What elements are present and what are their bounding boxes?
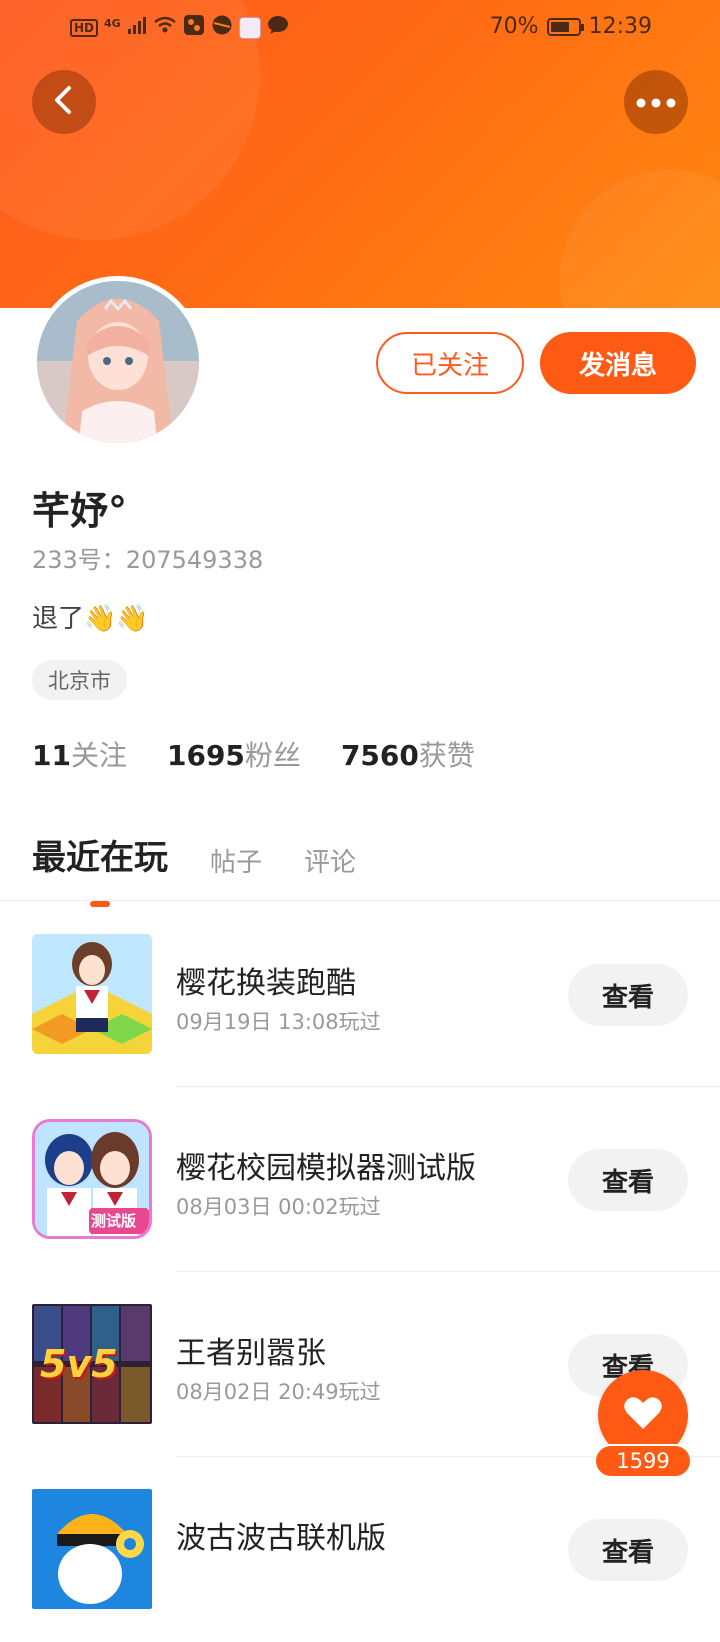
- signal-icon: [127, 15, 147, 41]
- stat-number: 11: [32, 739, 71, 772]
- chevron-left-icon: [51, 85, 77, 119]
- battery-icon: [546, 17, 584, 36]
- game-name: 樱花校园模拟器测试版: [176, 1151, 476, 1186]
- browser-notification-icon: [211, 14, 233, 42]
- tab-recently-played[interactable]: 最近在玩: [32, 830, 168, 907]
- stat-label: 获赞: [418, 739, 475, 772]
- stat-following[interactable]: 11关注: [32, 734, 127, 774]
- like-count-badge: 1599: [594, 1444, 692, 1478]
- app-notification-icon: [183, 14, 205, 42]
- tab-comments[interactable]: 评论: [304, 842, 356, 879]
- status-icons-left: HD 4G: [70, 14, 289, 42]
- more-horizontal-icon: [636, 93, 676, 112]
- username: 芊妤°: [32, 489, 128, 533]
- game-played-time: 08月02日 20:49玩过: [176, 1380, 381, 1404]
- clock: 12:39: [588, 14, 652, 39]
- game-name: 樱花换装跑酷: [176, 966, 356, 1001]
- profile-stats: 11关注 1695粉丝 7560获赞: [32, 734, 475, 774]
- stat-label: 关注: [70, 739, 127, 772]
- stat-number: 7560: [340, 739, 419, 772]
- heart-icon: [623, 1395, 663, 1435]
- game-icon: [32, 1489, 152, 1609]
- stat-likes[interactable]: 7560获赞: [341, 734, 475, 774]
- tab-posts[interactable]: 帖子: [210, 842, 262, 879]
- list-item[interactable]: 樱花换装跑酷 09月19日 13:08玩过 查看: [0, 902, 720, 1087]
- game-icon: [32, 934, 152, 1054]
- profile-tabs: 最近在玩 帖子 评论: [32, 830, 356, 907]
- game-name: 波古波古联机版: [176, 1521, 386, 1556]
- location-tag: 北京市: [32, 660, 127, 700]
- user-bio: 退了👋👋: [32, 604, 149, 634]
- divider: [0, 900, 720, 901]
- view-game-button[interactable]: 查看: [568, 1149, 688, 1211]
- back-button[interactable]: [32, 70, 96, 134]
- view-game-button[interactable]: 查看: [568, 1519, 688, 1581]
- status-bar: HD 4G 70% 12:39: [0, 0, 720, 56]
- game-played-time: 09月19日 13:08玩过: [176, 1010, 381, 1034]
- send-message-button[interactable]: 发消息: [540, 332, 696, 394]
- list-item[interactable]: 波古波古联机版 查看: [0, 1457, 720, 1642]
- stat-number: 1695: [166, 739, 245, 772]
- list-item[interactable]: 测试版 樱花校园模拟器测试版 08月03日 00:02玩过 查看: [0, 1087, 720, 1272]
- game-icon: 5v5: [32, 1304, 152, 1424]
- following-button[interactable]: 已关注: [376, 332, 524, 394]
- status-icons-right: 70% 12:39: [490, 14, 652, 39]
- game-icon: 测试版: [32, 1119, 152, 1239]
- more-options-button[interactable]: [624, 70, 688, 134]
- game-icon-badge-text: 5v5: [40, 1342, 118, 1386]
- game-name: 王者别嚣张: [176, 1336, 326, 1371]
- view-game-button[interactable]: 查看: [568, 964, 688, 1026]
- stat-fans[interactable]: 1695粉丝: [167, 734, 301, 774]
- app-notification-icon: [238, 17, 261, 39]
- message-notification-icon: [267, 15, 289, 41]
- stat-label: 粉丝: [244, 739, 301, 772]
- wifi-icon: [153, 15, 177, 41]
- user-id: 233号：207549338: [32, 546, 264, 574]
- battery-level: [550, 21, 569, 32]
- game-played-time: 08月03日 00:02玩过: [176, 1195, 381, 1219]
- game-icon-badge-text: 测试版: [91, 1212, 137, 1230]
- battery-percent: 70%: [489, 14, 539, 39]
- tab-label: 最近在玩: [32, 838, 168, 878]
- network-type: 4G: [104, 16, 121, 30]
- avatar-image: [37, 281, 199, 443]
- hd-badge: HD: [70, 19, 99, 37]
- banner-decoration: [560, 170, 720, 308]
- avatar[interactable]: [32, 276, 204, 448]
